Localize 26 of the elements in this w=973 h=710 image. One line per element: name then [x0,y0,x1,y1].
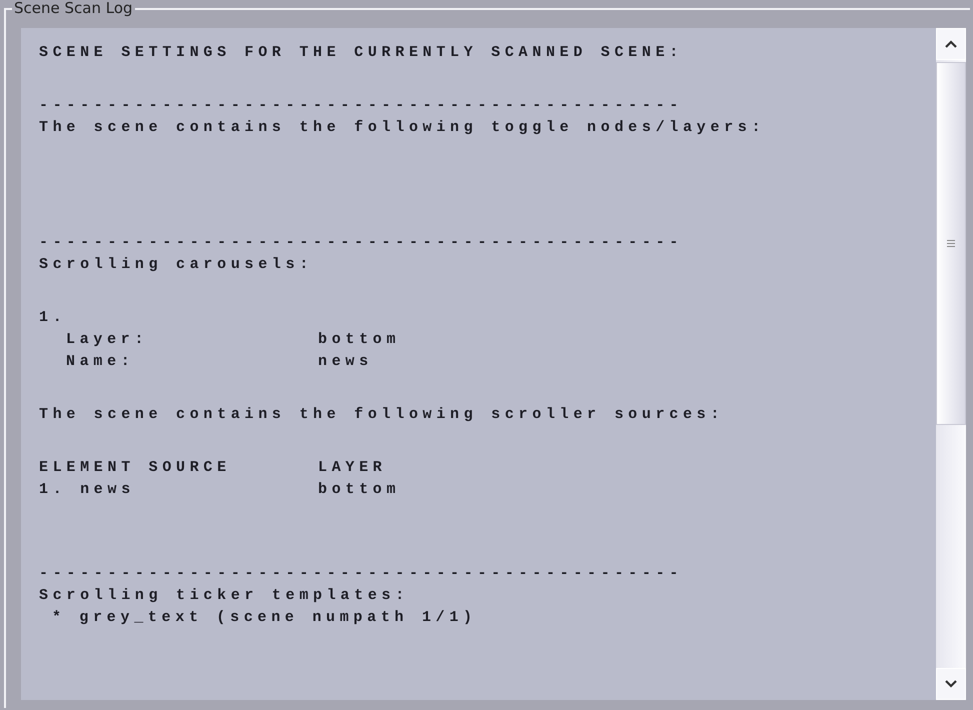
group-box-title: Scene Scan Log [12,0,135,18]
chevron-down-icon [945,680,957,688]
dashed-separator: ----------------------------------------------- [39,564,683,584]
scrollbar-thumb[interactable] [936,62,966,425]
log-line: 1. [39,308,66,328]
grip-icon [947,240,955,247]
scrollbar[interactable] [936,28,966,700]
field-value: bottom [318,330,400,350]
column-text: LAYER [318,458,387,478]
column-text: 1. news [39,480,136,500]
field-label: Name: [66,352,136,372]
scroll-up-button[interactable] [936,28,966,60]
column-text: bottom [318,480,400,500]
log-line: The scene contains the following scroller sources: [39,405,724,425]
field-label: Layer: [66,330,150,350]
log-line: * grey_text (scene numpath 1/1) [52,608,477,628]
log-line: Scrolling carousels: [39,255,314,275]
column-text: ELEMENT SOURCE [39,458,232,478]
scroll-down-button[interactable] [936,668,966,700]
field-value: news [318,352,373,372]
log-line: Scrolling ticker templates: [39,586,409,606]
dashed-separator: ----------------------------------------------- [39,233,683,253]
chevron-up-icon [945,40,957,48]
log-line: SCENE SETTINGS FOR THE CURRENTLY SCANNED SCENE: [39,43,683,63]
log-line: The scene contains the following toggle nodes/layers: [39,118,766,138]
dashed-separator: ----------------------------------------------- [39,96,683,116]
